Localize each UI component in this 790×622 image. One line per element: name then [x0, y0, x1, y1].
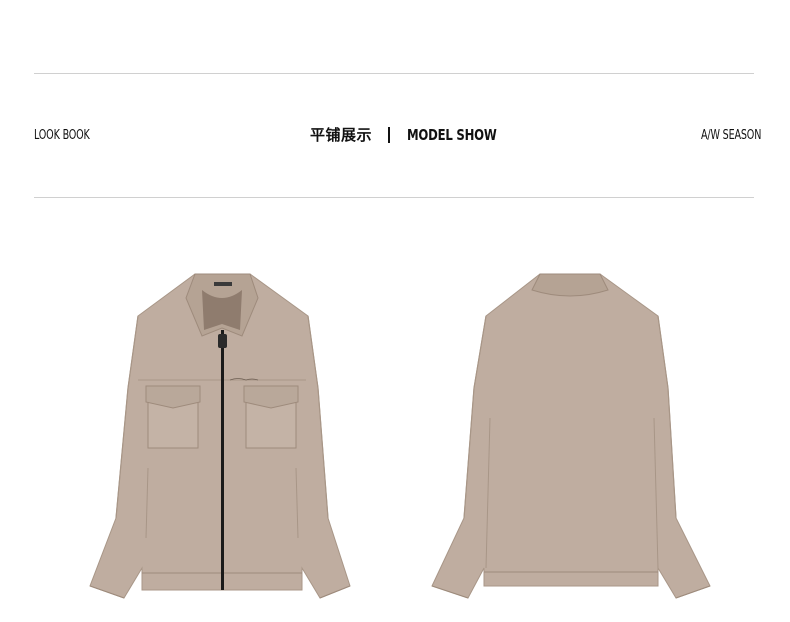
title-separator	[388, 126, 391, 143]
bottom-divider	[34, 197, 754, 198]
section-title-cn: 平铺展示	[310, 126, 373, 144]
section-title-en: MODEL SHOW	[407, 125, 497, 144]
section-title: 平铺展示 MODEL SHOW	[310, 124, 522, 145]
top-divider	[34, 73, 754, 74]
jacket-back-image	[431, 273, 711, 599]
jacket-front-image	[89, 273, 351, 599]
lookbook-label: LOOK BOOK	[34, 128, 90, 143]
season-label: A/W SEASON	[701, 128, 762, 143]
